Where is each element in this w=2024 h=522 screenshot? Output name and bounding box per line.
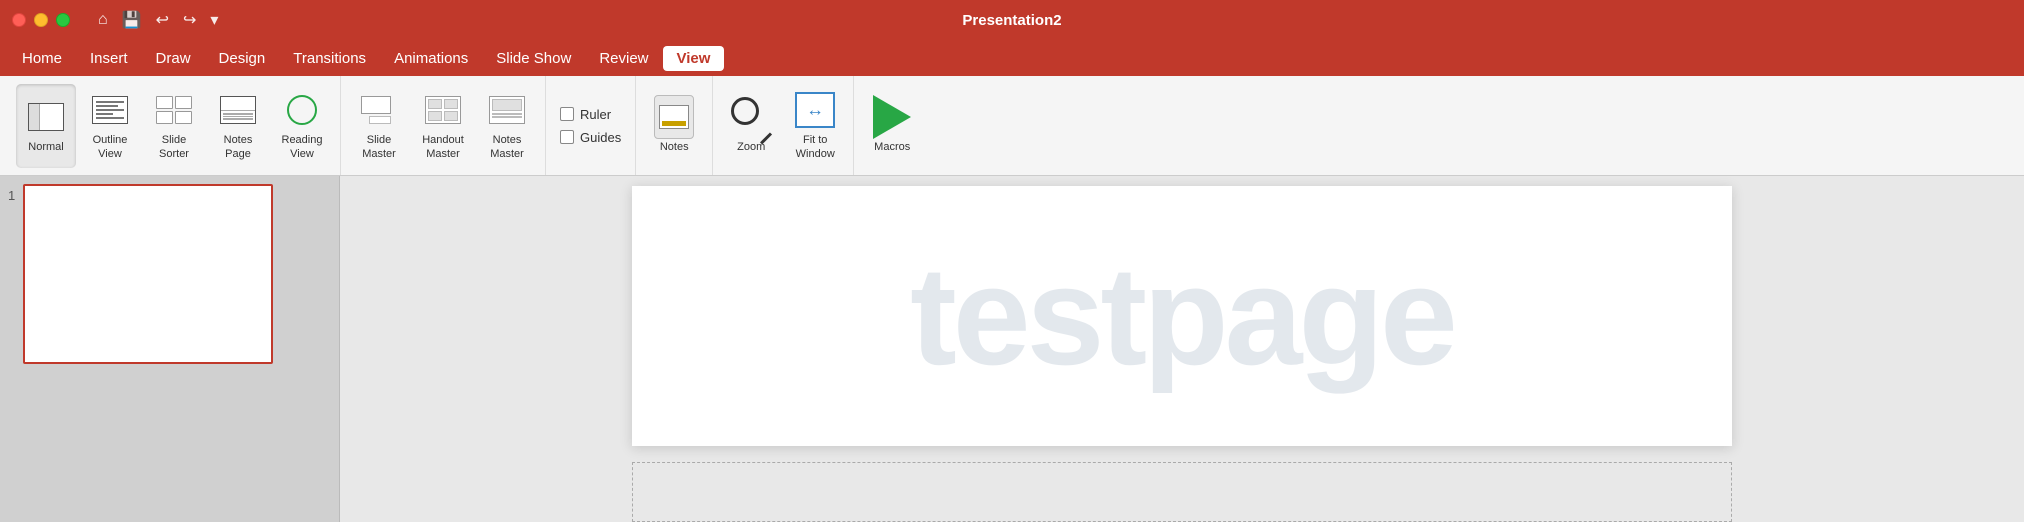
menu-draw[interactable]: Draw — [142, 46, 205, 71]
macros-group: Macros — [854, 76, 930, 175]
notes-label: Notes — [660, 141, 689, 154]
handout-master-button[interactable]: HandoutMaster — [413, 84, 473, 168]
notes-icon-shape — [654, 95, 694, 139]
redo-icon[interactable]: ↪ — [183, 10, 196, 30]
home-icon[interactable]: ⌂ — [98, 11, 108, 29]
presentation-views-group: Normal OutlineView — [8, 76, 341, 175]
notes-toolbar-group: Notes — [636, 76, 713, 175]
reading-view-button[interactable]: ReadingView — [272, 84, 332, 168]
menu-transitions[interactable]: Transitions — [279, 46, 380, 71]
slide-main[interactable]: testpage — [632, 186, 1732, 446]
zoom-icon — [731, 97, 771, 137]
ruler-label: Ruler — [580, 107, 611, 122]
save-icon[interactable]: 💾 — [122, 10, 142, 30]
master-views-group: SlideMaster HandoutMaster — [341, 76, 546, 175]
slide-master-shape — [361, 96, 397, 124]
notes-button[interactable]: Notes — [644, 84, 704, 168]
window-title: Presentation2 — [962, 12, 1061, 29]
reading-view-icon — [282, 90, 322, 130]
macros-button[interactable]: Macros — [862, 84, 922, 168]
notes-text-area[interactable] — [632, 462, 1732, 522]
menu-slideshow[interactable]: Slide Show — [482, 46, 585, 71]
fit-to-window-label: Fit toWindow — [796, 134, 835, 160]
macros-icon — [872, 97, 912, 137]
fit-to-window-icon — [795, 90, 835, 130]
slide-master-button[interactable]: SlideMaster — [349, 84, 409, 168]
slide-canvas: testpage — [340, 176, 2024, 522]
normal-label: Normal — [28, 141, 63, 154]
slide-sorter-button[interactable]: SlideSorter — [144, 84, 204, 168]
minimize-button[interactable] — [34, 13, 48, 27]
outline-view-label: OutlineView — [93, 134, 128, 160]
slide-watermark: testpage — [910, 235, 1454, 397]
menu-design[interactable]: Design — [205, 46, 280, 71]
macros-icon-shape — [872, 97, 912, 137]
notes-inner-shape — [659, 105, 689, 129]
outline-view-icon — [90, 90, 130, 130]
menu-view[interactable]: View — [663, 46, 725, 71]
notes-bar — [662, 121, 686, 126]
notes-master-label: NotesMaster — [490, 134, 524, 160]
notes-page-icon — [218, 90, 258, 130]
ruler-checkbox[interactable]: Ruler — [560, 107, 621, 122]
fit-arrows — [799, 96, 831, 124]
notes-page-button[interactable]: NotesPage — [208, 84, 268, 168]
normal-icon — [26, 97, 66, 137]
menu-review[interactable]: Review — [585, 46, 662, 71]
fit-to-window-button[interactable]: Fit toWindow — [785, 84, 845, 168]
notes-icon — [654, 97, 694, 137]
menu-home[interactable]: Home — [8, 46, 76, 71]
guides-checkbox-box[interactable] — [560, 130, 574, 144]
ruler-checkbox-box[interactable] — [560, 107, 574, 121]
slide-master-label: SlideMaster — [362, 134, 396, 160]
macros-label: Macros — [874, 141, 910, 154]
zoom-icon-shape — [731, 97, 771, 137]
slide-master-icon — [359, 90, 399, 130]
title-bar-controls: ⌂ 💾 ↩ ↪ ▾ — [98, 10, 218, 30]
normal-button[interactable]: Normal — [16, 84, 76, 168]
fit-window-shape — [795, 92, 835, 128]
slide-sorter-shape — [156, 96, 192, 124]
outline-view-button[interactable]: OutlineView — [80, 84, 140, 168]
slide-number: 1 — [8, 184, 15, 203]
main-area: 1 testpage — [0, 176, 2024, 522]
magnify-handle — [760, 132, 772, 144]
traffic-lights — [12, 13, 70, 27]
reading-icon-shape — [287, 95, 317, 125]
undo-icon[interactable]: ↩ — [156, 10, 169, 30]
play-triangle — [873, 95, 911, 139]
notes-page-label: NotesPage — [224, 134, 253, 160]
notes-page-shape — [220, 96, 256, 124]
slide-sorter-icon — [154, 90, 194, 130]
show-group: Ruler Guides — [546, 76, 636, 175]
notes-master-button[interactable]: NotesMaster — [477, 84, 537, 168]
zoom-button[interactable]: Zoom — [721, 84, 781, 168]
zoom-group: Zoom Fit toWindow — [713, 76, 854, 175]
reading-view-label: ReadingView — [282, 134, 323, 160]
slide-thumbnail[interactable] — [23, 184, 273, 364]
maximize-button[interactable] — [56, 13, 70, 27]
outline-icon-shape — [92, 96, 128, 124]
notes-master-icon — [487, 90, 527, 130]
handout-master-label: HandoutMaster — [422, 134, 464, 160]
title-bar: ⌂ 💾 ↩ ↪ ▾ Presentation2 — [0, 0, 2024, 40]
guides-label: Guides — [580, 130, 621, 145]
guides-checkbox[interactable]: Guides — [560, 130, 621, 145]
menu-bar: Home Insert Draw Design Transitions Anim… — [0, 40, 2024, 76]
slide-sorter-label: SlideSorter — [159, 134, 189, 160]
slide-panel: 1 — [0, 176, 340, 522]
checkbox-group: Ruler Guides — [554, 84, 627, 168]
menu-insert[interactable]: Insert — [76, 46, 142, 71]
normal-icon-shape — [28, 103, 64, 131]
menu-animations[interactable]: Animations — [380, 46, 482, 71]
handout-master-icon — [423, 90, 463, 130]
magnify-circle — [731, 97, 759, 125]
toolbar: Normal OutlineView — [0, 76, 2024, 176]
customize-icon[interactable]: ▾ — [210, 10, 218, 30]
close-button[interactable] — [12, 13, 26, 27]
slide-thumb-wrapper: 1 — [8, 184, 331, 364]
handout-master-shape — [425, 96, 461, 124]
notes-master-shape — [489, 96, 525, 124]
